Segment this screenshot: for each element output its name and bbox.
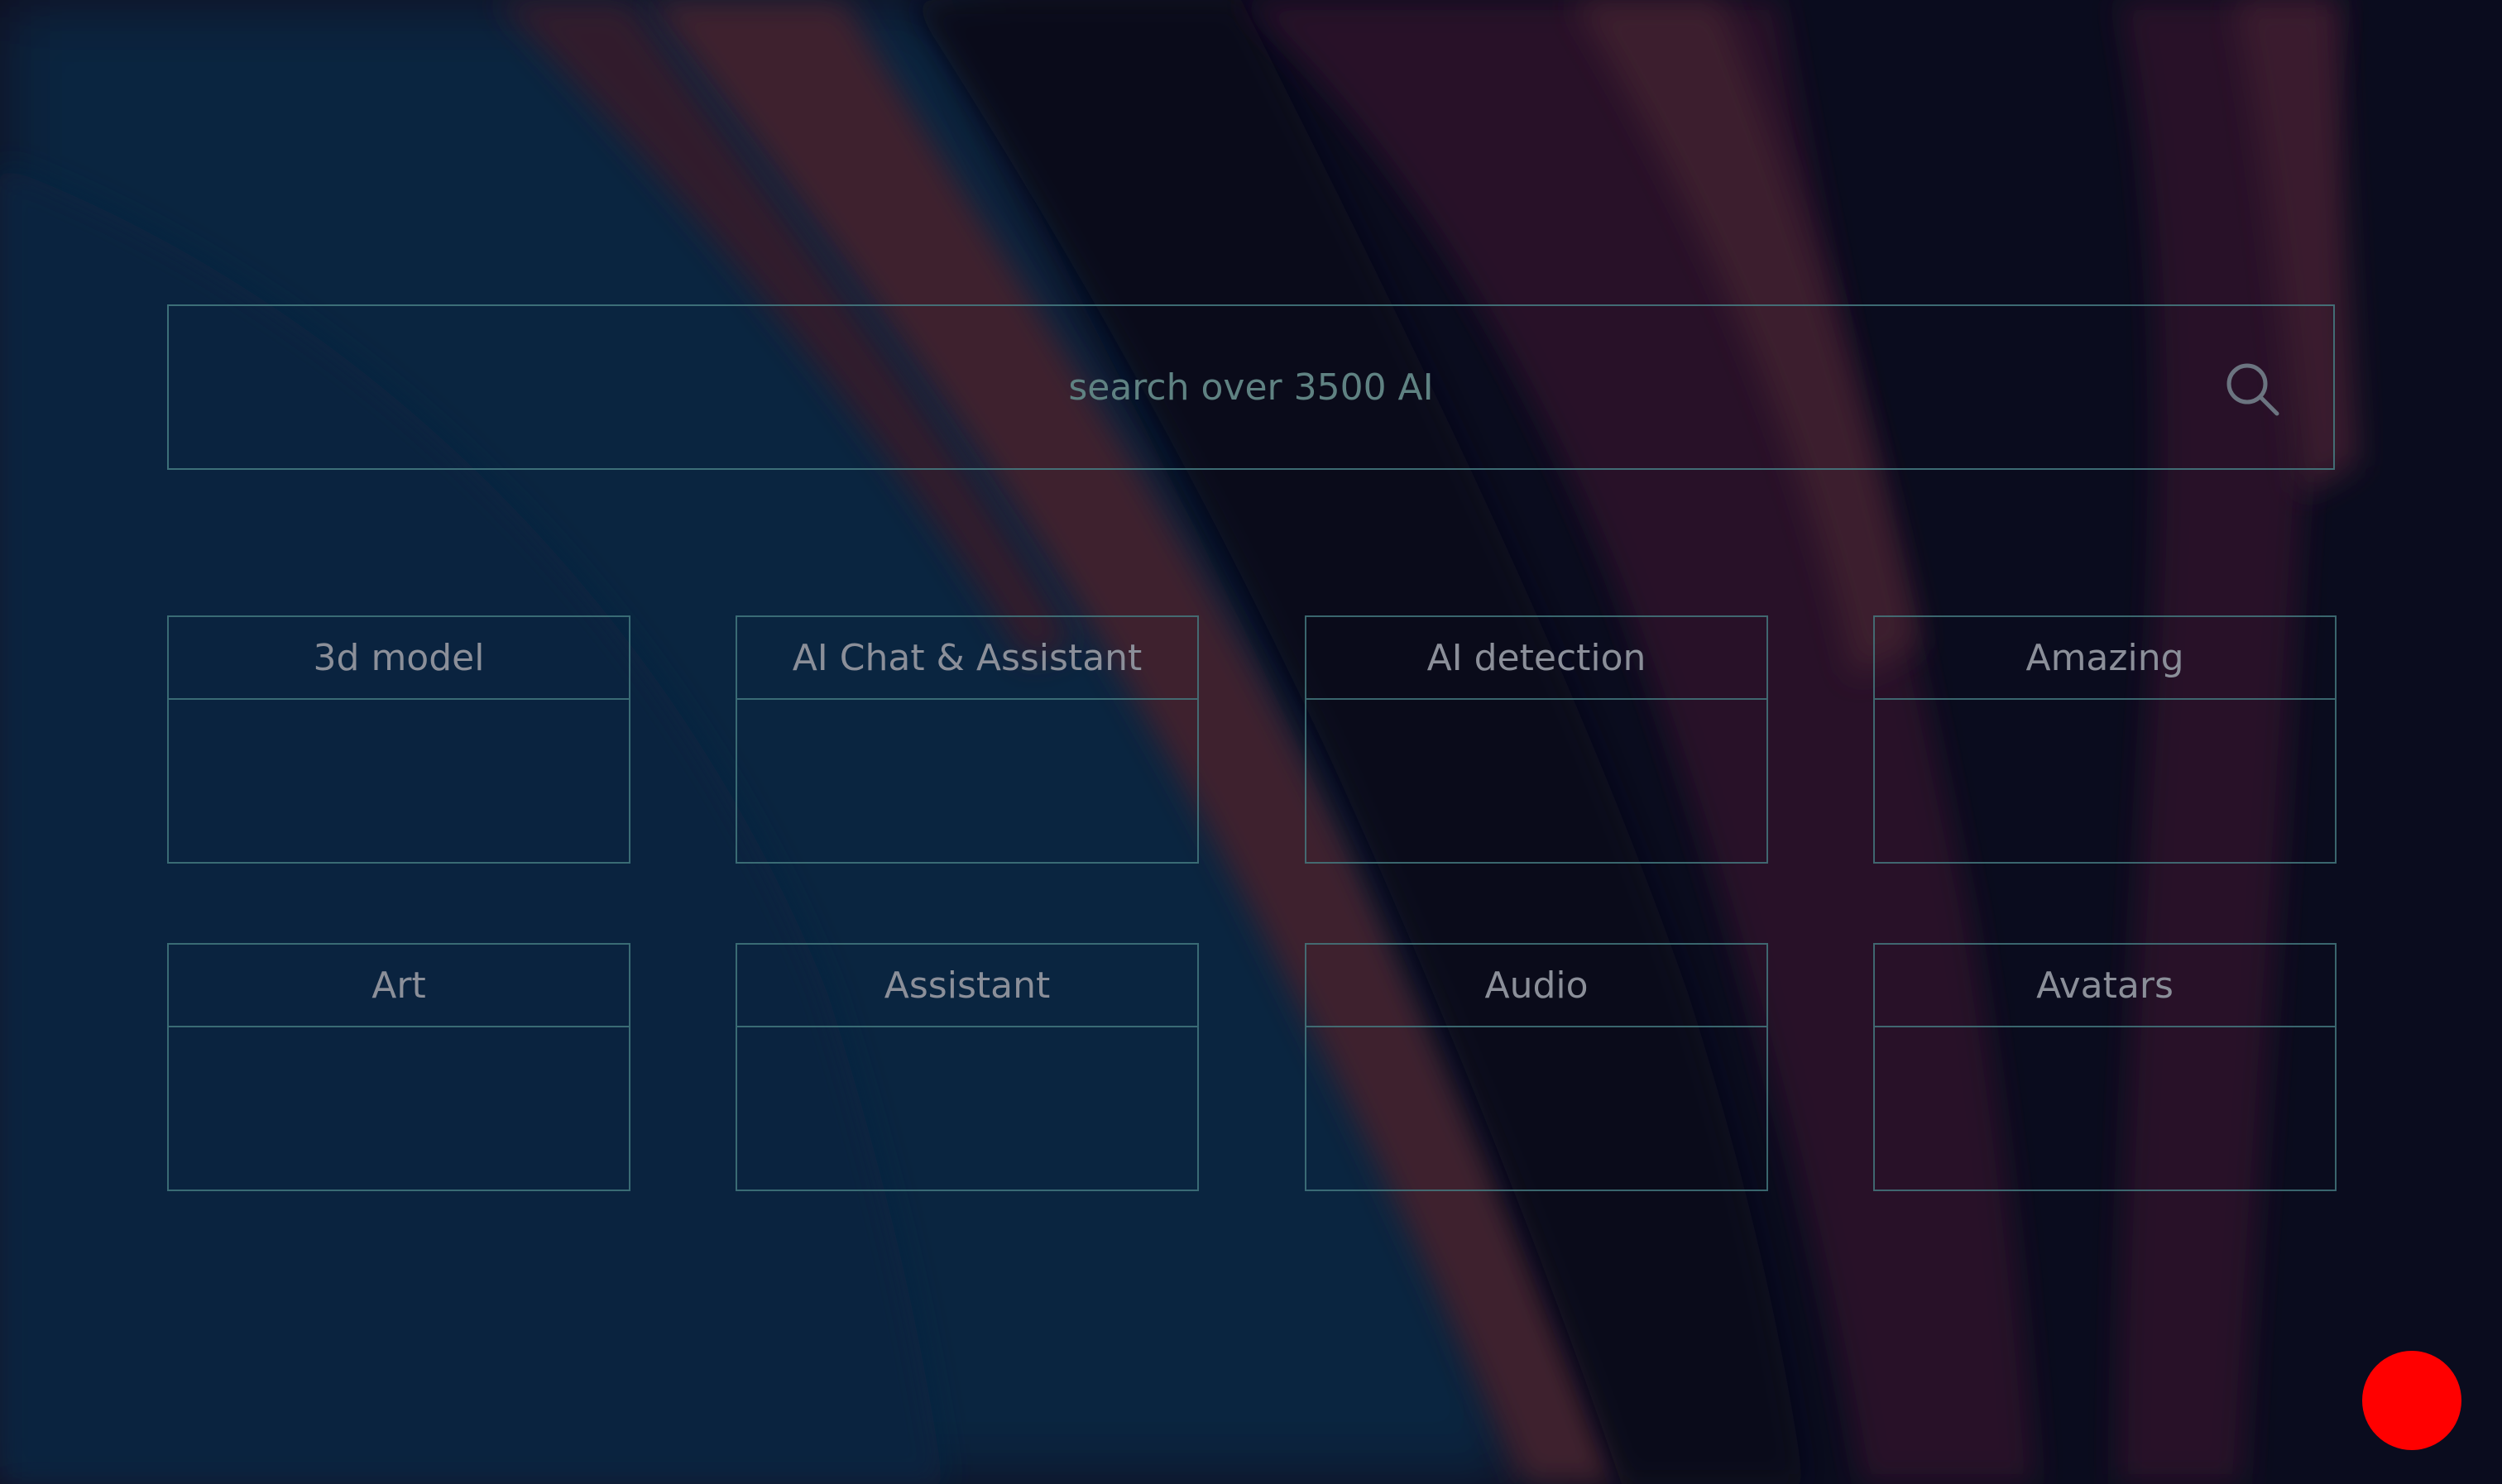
category-body	[1875, 1027, 2335, 1190]
category-body	[1875, 700, 2335, 862]
category-body	[1306, 700, 1766, 862]
category-card-assistant[interactable]: Assistant	[736, 943, 1199, 1191]
category-title: Art	[169, 945, 629, 1027]
category-title: AI detection	[1306, 617, 1766, 700]
category-body	[169, 700, 629, 862]
search-bar[interactable]	[167, 304, 2335, 470]
category-card-avatars[interactable]: Avatars	[1873, 943, 2337, 1191]
category-title: Audio	[1306, 945, 1766, 1027]
category-body	[1306, 1027, 1766, 1190]
search-icon[interactable]	[2221, 357, 2284, 420]
record-button[interactable]	[2362, 1351, 2461, 1450]
category-title: Amazing	[1875, 617, 2335, 700]
category-body	[169, 1027, 629, 1190]
category-title: Assistant	[737, 945, 1197, 1027]
search-input[interactable]	[169, 306, 2333, 468]
category-card-amazing[interactable]: Amazing	[1873, 615, 2337, 864]
category-card-ai-chat-assistant[interactable]: AI Chat & Assistant	[736, 615, 1199, 864]
category-card-audio[interactable]: Audio	[1305, 943, 1768, 1191]
category-title: AI Chat & Assistant	[737, 617, 1197, 700]
category-card-3d-model[interactable]: 3d model	[167, 615, 630, 864]
category-card-ai-detection[interactable]: AI detection	[1305, 615, 1768, 864]
category-body	[737, 700, 1197, 862]
category-body	[737, 1027, 1197, 1190]
category-title: 3d model	[169, 617, 629, 700]
page: 3d model AI Chat & Assistant AI detectio…	[0, 0, 2502, 1484]
category-card-art[interactable]: Art	[167, 943, 630, 1191]
category-title: Avatars	[1875, 945, 2335, 1027]
